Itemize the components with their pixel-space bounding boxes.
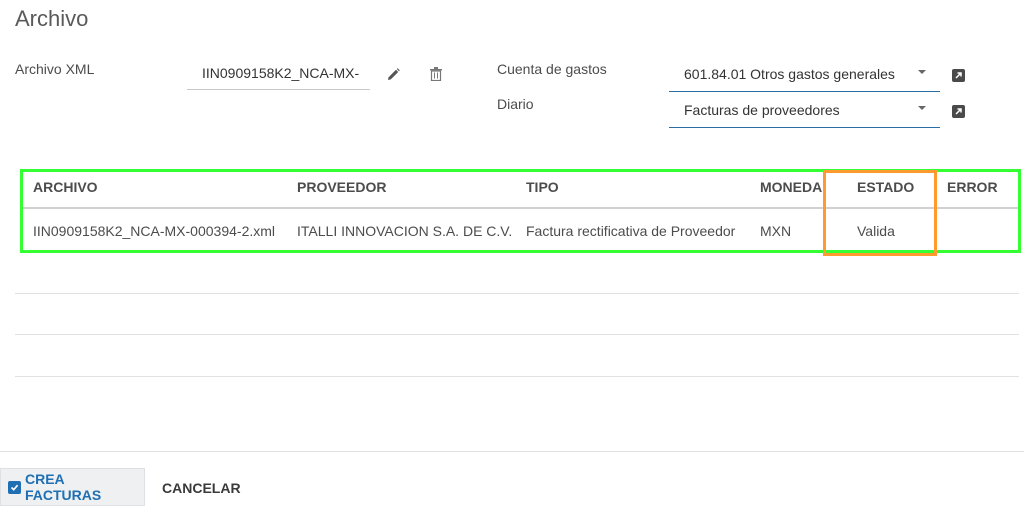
cuenta-select-value: 601.84.01 Otros gastos generales: [684, 66, 895, 82]
cancel-button[interactable]: CANCELAR: [162, 480, 241, 496]
cuenta-select[interactable]: 601.84.01 Otros gastos generales: [669, 56, 940, 92]
page-title: Archivo: [15, 6, 89, 31]
footer-divider: [0, 451, 1024, 452]
crea-facturas-button[interactable]: CREA FACTURAS: [0, 468, 145, 506]
estado-highlight-box: [823, 170, 937, 256]
empty-row-divider: [15, 293, 1019, 294]
diario-select[interactable]: Facturas de proveedores: [669, 92, 940, 128]
xml-label: Archivo XML: [15, 61, 95, 77]
empty-row-divider: [15, 334, 1019, 335]
diario-label: Diario: [497, 96, 534, 112]
pencil-icon[interactable]: [385, 66, 401, 82]
trash-icon[interactable]: [428, 66, 444, 82]
diario-select-value: Facturas de proveedores: [684, 102, 840, 118]
xml-file-field[interactable]: IIN0909158K2_NCA-MX-: [187, 56, 370, 90]
cuenta-external-link-icon[interactable]: [952, 69, 965, 82]
caret-down-icon: [918, 70, 926, 74]
crea-facturas-label: CREA FACTURAS: [24, 471, 102, 503]
empty-row-divider: [15, 376, 1019, 377]
cuenta-label: Cuenta de gastos: [497, 61, 607, 77]
caret-down-icon: [918, 106, 926, 110]
diario-external-link-icon[interactable]: [952, 105, 965, 118]
checkbox-icon: [8, 480, 21, 494]
